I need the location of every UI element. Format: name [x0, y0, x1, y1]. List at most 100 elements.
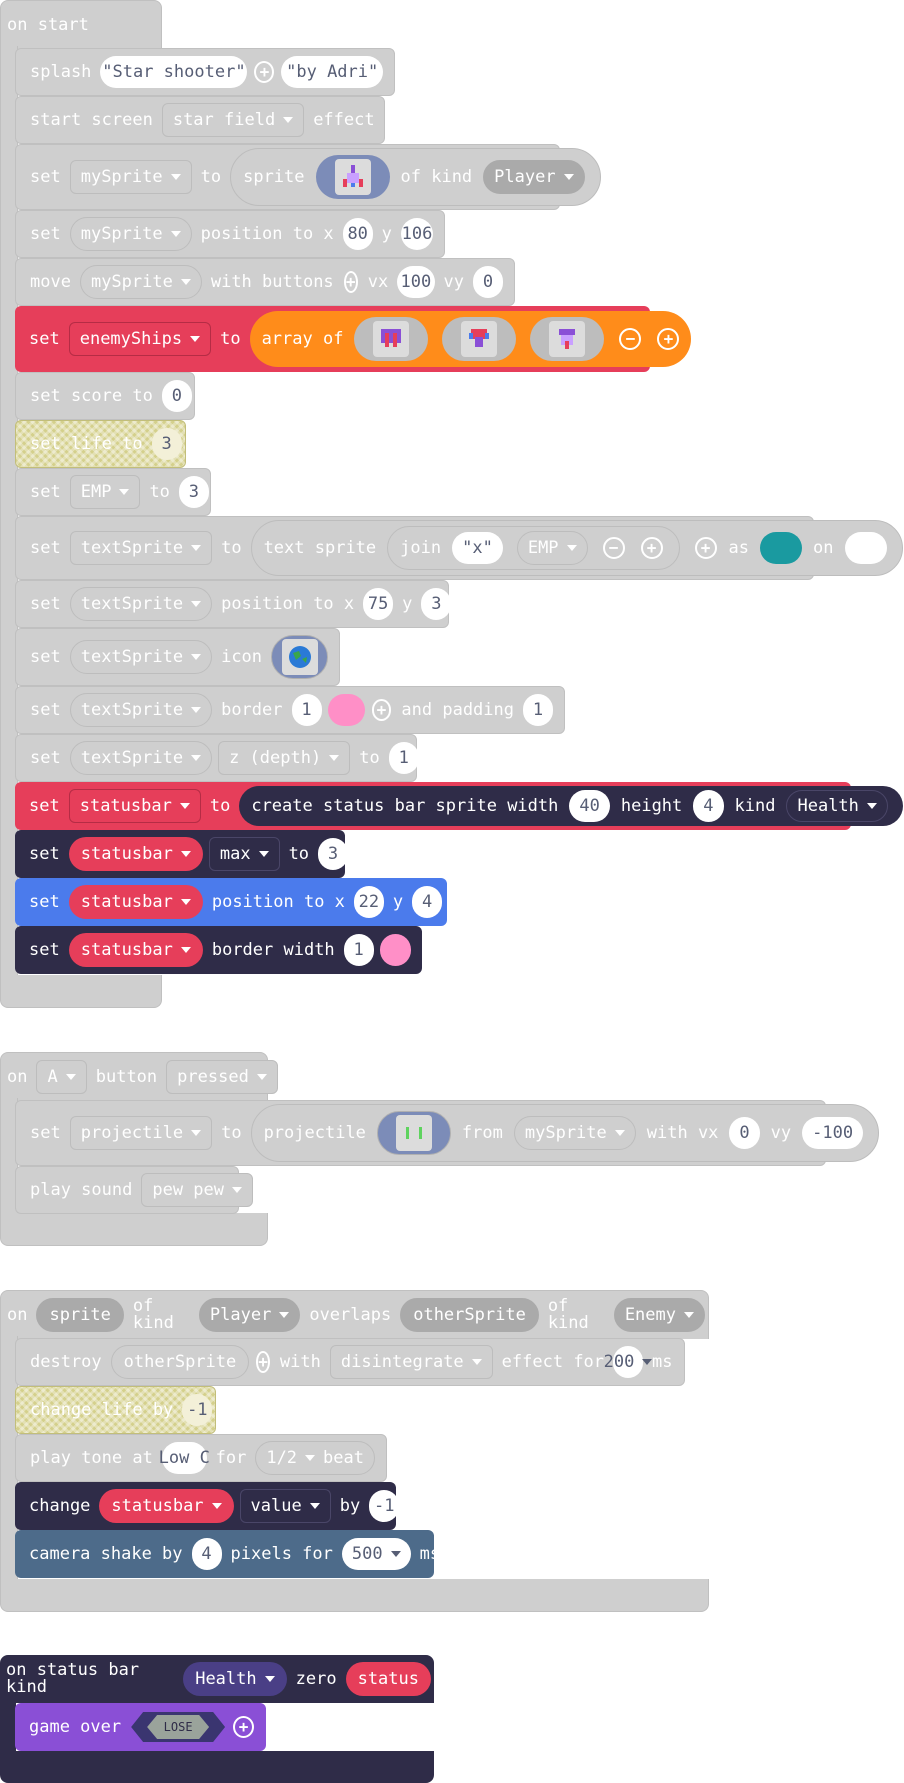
emp-input[interactable]: 3 — [178, 476, 209, 508]
x-input[interactable]: 80 — [342, 218, 373, 250]
status-variable[interactable]: status — [345, 1662, 431, 1696]
set-textsprite-block[interactable]: set textSprite to text sprite join "x" E… — [15, 516, 903, 580]
vx-input[interactable]: 0 — [729, 1117, 760, 1149]
life-delta-input[interactable]: -1 — [182, 1394, 213, 1426]
game-result-toggle[interactable]: LOSE — [131, 1712, 225, 1742]
x-input[interactable]: 22 — [353, 886, 384, 918]
splash-subtitle-input[interactable]: "by Adri" — [281, 56, 383, 88]
kind-dropdown[interactable]: Player — [483, 160, 585, 194]
note-input[interactable]: Low C — [159, 1442, 210, 1474]
variable-dropdown[interactable]: textSprite — [69, 741, 213, 775]
border-input[interactable]: 1 — [291, 694, 322, 726]
join-reporter[interactable]: join "x" EMP − + — [387, 526, 680, 570]
variable-dropdown[interactable]: enemyShips — [68, 322, 212, 356]
state-dropdown[interactable]: pressed — [166, 1060, 278, 1094]
delta-input[interactable]: -1 — [369, 1490, 400, 1522]
splash-title-input[interactable]: "Star shooter" — [100, 56, 248, 88]
camera-shake-block[interactable]: camera shake by 4 pixels for 500 ms — [15, 1530, 440, 1578]
play-tone-block[interactable]: play tone at Low C for 1/2 beat — [15, 1434, 387, 1482]
variable-dropdown[interactable]: statusbar — [99, 1489, 234, 1523]
y-input[interactable]: 3 — [421, 588, 452, 620]
enemy-sprite-image-1[interactable] — [354, 317, 429, 361]
property-dropdown[interactable]: z (depth) — [218, 741, 351, 775]
set-mysprite-block[interactable]: set mySprite to sprite of kind Player — [15, 144, 601, 210]
height-input[interactable]: 4 — [693, 790, 724, 822]
remove-icon[interactable]: − — [619, 328, 642, 350]
player-sprite-image[interactable] — [315, 155, 390, 199]
add-icon[interactable]: + — [694, 537, 717, 559]
y-input[interactable]: 106 — [400, 218, 433, 250]
padding-input[interactable]: 1 — [523, 694, 553, 726]
source-dropdown[interactable]: mySprite — [513, 1116, 636, 1150]
variable-dropdown[interactable]: statusbar — [68, 885, 203, 919]
set-life-block[interactable]: set life to 3 — [15, 420, 186, 468]
button-dropdown[interactable]: A — [36, 1060, 87, 1094]
on-status-zero-hat[interactable]: on status bar kind Health zero status — [0, 1655, 434, 1703]
duration-dropdown[interactable]: 200 — [604, 1346, 653, 1378]
create-statusbar-block[interactable]: set statusbar to create status bar sprit… — [15, 782, 903, 830]
property-dropdown[interactable]: max — [208, 837, 280, 871]
statusbar-border-block[interactable]: set statusbar border width 1 — [15, 926, 422, 974]
set-score-block[interactable]: set score to 0 — [15, 372, 195, 420]
border-color-swatch[interactable] — [379, 934, 411, 966]
globe-icon[interactable] — [271, 635, 328, 679]
on-overlap-hat[interactable]: on sprite of kind Player overlaps otherS… — [0, 1290, 709, 1339]
on-button-hat[interactable]: on A button pressed — [0, 1052, 278, 1101]
textsprite-position-block[interactable]: set textSprite position to x 75 y 3 — [15, 580, 452, 628]
z-input[interactable]: 1 — [388, 742, 419, 774]
destroy-block[interactable]: destroy otherSprite + with disintegrate … — [15, 1338, 685, 1386]
vy-input[interactable]: -100 — [802, 1117, 864, 1149]
projectile-reporter[interactable]: projectile from mySprite with vx 0 vy -1… — [250, 1104, 880, 1162]
border-width-input[interactable]: 1 — [343, 934, 374, 966]
variable-dropdown[interactable]: EMP — [69, 475, 141, 509]
life-input[interactable]: 3 — [151, 428, 182, 460]
statusbar-max-block[interactable]: set statusbar max to 3 — [15, 830, 349, 878]
on-start-hat[interactable]: on start — [0, 0, 162, 49]
sound-dropdown[interactable]: pew pew — [141, 1173, 254, 1207]
change-life-block[interactable]: change life by -1 — [15, 1386, 216, 1434]
array-reporter[interactable]: array of − + — [249, 311, 692, 367]
sprite-variable[interactable]: sprite — [36, 1298, 124, 1332]
set-enemyships-block[interactable]: set enemyShips to array of − + — [15, 306, 692, 372]
enemy-sprite-image-2[interactable] — [442, 317, 517, 361]
shake-input[interactable]: 4 — [191, 1538, 222, 1570]
variable-dropdown[interactable]: projectile — [69, 1116, 213, 1150]
textsprite-z-block[interactable]: set textSprite z (depth) to 1 — [15, 734, 419, 782]
kind-dropdown-2[interactable]: Enemy — [613, 1298, 705, 1332]
vx-input[interactable]: 100 — [397, 266, 435, 298]
add-icon[interactable]: + — [254, 61, 275, 83]
set-position-block[interactable]: set mySprite position to x 80 y 106 — [15, 210, 445, 258]
max-input[interactable]: 3 — [318, 838, 349, 870]
target-variable[interactable]: otherSprite — [110, 1345, 250, 1379]
play-sound-block[interactable]: play sound pew pew — [15, 1166, 254, 1214]
x-input[interactable]: 75 — [363, 588, 394, 620]
splash-block[interactable]: splash "Star shooter" + "by Adri" — [15, 48, 395, 96]
add-icon[interactable]: + — [256, 1351, 270, 1373]
fg-color-swatch[interactable] — [760, 532, 803, 564]
create-statusbar-reporter[interactable]: create status bar sprite width 40 height… — [239, 786, 903, 826]
variable-dropdown[interactable]: statusbar — [68, 789, 201, 823]
bg-color-swatch[interactable] — [844, 532, 887, 564]
vy-input[interactable]: 0 — [473, 266, 503, 298]
set-projectile-block[interactable]: set projectile to projectile from mySpri… — [15, 1100, 880, 1166]
change-statusbar-block[interactable]: change statusbar value by -1 — [15, 1482, 400, 1530]
textsprite-icon-block[interactable]: set textSprite icon — [15, 628, 340, 686]
add-icon[interactable]: + — [640, 537, 663, 559]
property-dropdown[interactable]: value — [239, 1489, 331, 1523]
variable-dropdown[interactable]: textSprite — [69, 531, 213, 565]
join-text-input[interactable]: "x" — [452, 532, 503, 564]
variable-dropdown[interactable]: mySprite — [69, 160, 192, 194]
statusbar-position-block[interactable]: set statusbar position to x 22 y 4 — [15, 878, 447, 926]
variable-dropdown[interactable]: textSprite — [69, 640, 213, 674]
set-emp-block[interactable]: set EMP to 3 — [15, 468, 211, 516]
kind-dropdown[interactable]: Player — [198, 1298, 301, 1332]
duration-dropdown[interactable]: 500 — [341, 1538, 411, 1570]
border-color-swatch[interactable] — [327, 694, 365, 726]
variable-dropdown[interactable]: statusbar — [68, 933, 203, 967]
kind-dropdown[interactable]: Health — [183, 1662, 287, 1696]
kind-dropdown[interactable]: Health — [786, 790, 888, 822]
start-screen-block[interactable]: start screen star field effect + — [15, 96, 399, 144]
textsprite-border-block[interactable]: set textSprite border 1 + and padding 1 — [15, 686, 565, 734]
width-input[interactable]: 40 — [569, 790, 610, 822]
add-icon[interactable]: + — [343, 271, 358, 293]
